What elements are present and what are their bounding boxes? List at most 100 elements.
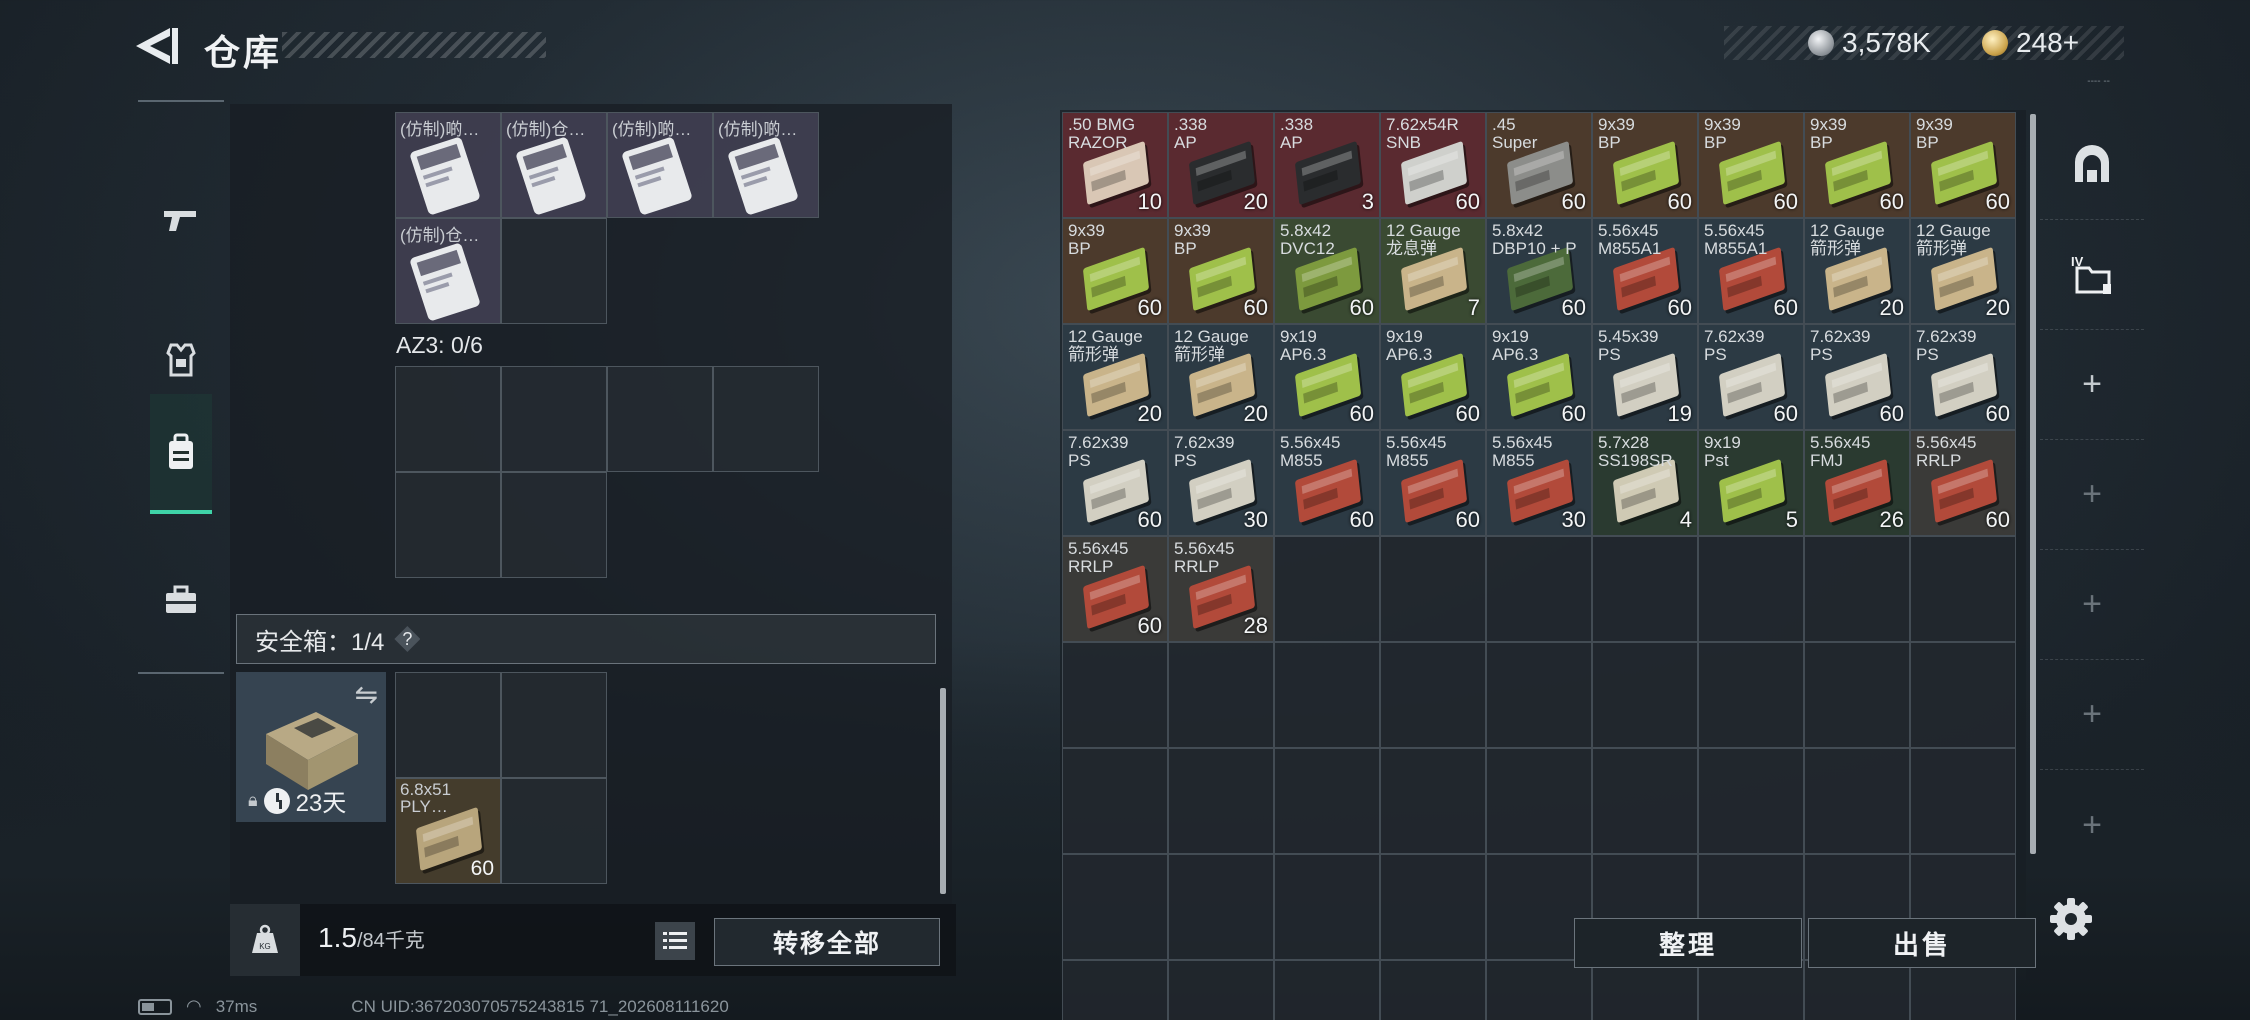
stash-page-add[interactable]: + [2040, 330, 2144, 440]
stash-slot[interactable] [1486, 642, 1592, 748]
stash-item[interactable]: 7.62x39 PS 60 [1062, 430, 1168, 536]
stash-slot[interactable] [1380, 536, 1486, 642]
stash-page-add[interactable]: + [2040, 770, 2144, 880]
stash-item[interactable]: 5.56x45 M855A1 60 [1592, 218, 1698, 324]
stash-slot[interactable] [1910, 748, 2016, 854]
safe-slot[interactable] [501, 672, 607, 778]
stash-slot[interactable] [1804, 960, 1910, 1020]
backpack-item[interactable]: (仿制)仓… [501, 112, 607, 218]
stash-slot[interactable] [1698, 960, 1804, 1020]
stash-item[interactable]: 9x39 BP 60 [1910, 112, 2016, 218]
stash-slot[interactable] [1592, 748, 1698, 854]
stash-item[interactable]: 9x19 AP6.3 60 [1380, 324, 1486, 430]
backpack-item[interactable]: (仿制)啲… [607, 112, 713, 218]
stash-slot[interactable] [1486, 748, 1592, 854]
sell-button[interactable]: 出售 [1808, 918, 2036, 968]
stash-slot[interactable] [1910, 642, 2016, 748]
stash-slot[interactable] [1062, 854, 1168, 960]
az3-slot[interactable] [395, 366, 501, 472]
stash-slot[interactable] [1698, 536, 1804, 642]
az3-slot[interactable] [395, 472, 501, 578]
stash-item[interactable]: 5.8x42 DVC12 60 [1274, 218, 1380, 324]
tab-case[interactable] [150, 540, 212, 660]
tab-weapons[interactable] [150, 160, 212, 280]
stash-slot[interactable] [1274, 960, 1380, 1020]
stash-item[interactable]: 5.56x45 M855 30 [1486, 430, 1592, 536]
transfer-all-button[interactable]: 转移全部 [714, 918, 940, 966]
list-view-button[interactable] [655, 922, 695, 960]
stash-item[interactable]: 7.62x54R SNB 60 [1380, 112, 1486, 218]
stash-item[interactable]: 7.62x39 PS 60 [1804, 324, 1910, 430]
stash-slot[interactable] [1592, 536, 1698, 642]
stash-item[interactable]: 5.45x39 PS 19 [1592, 324, 1698, 430]
stash-slot[interactable] [1168, 960, 1274, 1020]
stash-slot[interactable] [1380, 960, 1486, 1020]
stash-item[interactable]: 9x39 BP 60 [1804, 112, 1910, 218]
stash-slot[interactable] [1168, 854, 1274, 960]
stash-slot[interactable] [1804, 536, 1910, 642]
stash-slot[interactable] [1698, 748, 1804, 854]
safe-slot[interactable] [501, 778, 607, 884]
stash-slot[interactable] [1380, 854, 1486, 960]
stash-slot[interactable] [1168, 748, 1274, 854]
stash-item[interactable]: 5.8x42 DBP10 + P 60 [1486, 218, 1592, 324]
stash-item[interactable]: 5.7x28 SS198SR 4 [1592, 430, 1698, 536]
az3-slot[interactable] [713, 366, 819, 472]
stash-slot[interactable] [1168, 642, 1274, 748]
stash-item[interactable]: .338 AP 20 [1168, 112, 1274, 218]
stash-item[interactable]: 9x39 BP 60 [1698, 112, 1804, 218]
safe-box-item[interactable]: ⇋ 🔒︎ 23天 [236, 672, 386, 822]
backpack-slot[interactable] [501, 218, 607, 324]
backpack-item[interactable]: (仿制)啲… [395, 112, 501, 218]
settings-gear-icon[interactable] [2048, 896, 2094, 942]
stash-item[interactable]: 5.56x45 M855 60 [1274, 430, 1380, 536]
stash-item[interactable]: 12 Gauge 箭形弹 20 [1168, 324, 1274, 430]
az3-slot[interactable] [501, 366, 607, 472]
stash-item[interactable]: 12 Gauge 箭形弹 20 [1910, 218, 2016, 324]
stash-page-4[interactable]: IV [2040, 220, 2144, 330]
stash-slot[interactable] [1804, 748, 1910, 854]
az3-slot[interactable] [501, 472, 607, 578]
stash-item[interactable]: 5.56x45 RRLP 60 [1062, 536, 1168, 642]
stash-slot[interactable] [1274, 642, 1380, 748]
stash-slot[interactable] [1804, 642, 1910, 748]
stash-slot[interactable] [1486, 960, 1592, 1020]
az3-slot[interactable] [607, 366, 713, 472]
sort-button[interactable]: 整理 [1574, 918, 1802, 968]
stash-item[interactable]: 5.56x45 M855A1 60 [1698, 218, 1804, 324]
stash-slot[interactable] [1592, 642, 1698, 748]
stash-item[interactable]: 7.62x39 PS 60 [1698, 324, 1804, 430]
stash-item[interactable]: 9x39 BP 60 [1168, 218, 1274, 324]
safe-slot[interactable] [395, 672, 501, 778]
stash-slot[interactable] [1380, 642, 1486, 748]
stash-slot[interactable] [1380, 748, 1486, 854]
stash-page-add[interactable]: + [2040, 660, 2144, 770]
stash-item[interactable]: 9x39 BP 60 [1592, 112, 1698, 218]
stash-item[interactable]: 9x39 BP 60 [1062, 218, 1168, 324]
backpack-item[interactable]: (仿制)啲… [713, 112, 819, 218]
stash-slot[interactable] [1274, 748, 1380, 854]
help-button[interactable]: ? [394, 626, 421, 652]
stash-page-main[interactable] [2040, 110, 2144, 220]
stash-item[interactable]: 12 Gauge 箭形弹 20 [1062, 324, 1168, 430]
stash-item[interactable]: .50 BMG RAZOR 10 [1062, 112, 1168, 218]
stash-item[interactable]: .45 Super 60 [1486, 112, 1592, 218]
currency-gold[interactable]: 248+ [1982, 26, 2079, 60]
stash-item[interactable]: 5.56x45 RRLP 28 [1168, 536, 1274, 642]
currency-silver[interactable]: 3,578K [1808, 26, 1931, 60]
stash-item[interactable]: 7.62x39 PS 30 [1168, 430, 1274, 536]
stash-item[interactable]: 5.56x45 M855 60 [1380, 430, 1486, 536]
swap-icon[interactable]: ⇋ [355, 678, 378, 711]
stash-slot[interactable] [1486, 536, 1592, 642]
tab-backpack[interactable] [150, 394, 212, 514]
stash-item[interactable]: 12 Gauge 箭形弹 20 [1804, 218, 1910, 324]
safe-slot-item[interactable]: 6.8x51 PLY… 60 [395, 778, 501, 884]
stash-item[interactable]: 7.62x39 PS 60 [1910, 324, 2016, 430]
stash-item[interactable]: 9x19 AP6.3 60 [1486, 324, 1592, 430]
stash-slot[interactable] [1910, 536, 2016, 642]
stash-item[interactable]: 9x19 AP6.3 60 [1274, 324, 1380, 430]
stash-item[interactable]: 5.56x45 FMJ 26 [1804, 430, 1910, 536]
stash-slot[interactable] [1274, 854, 1380, 960]
stash-item[interactable]: 12 Gauge 龙息弹 7 [1380, 218, 1486, 324]
stash-scrollbar[interactable] [2030, 114, 2036, 854]
